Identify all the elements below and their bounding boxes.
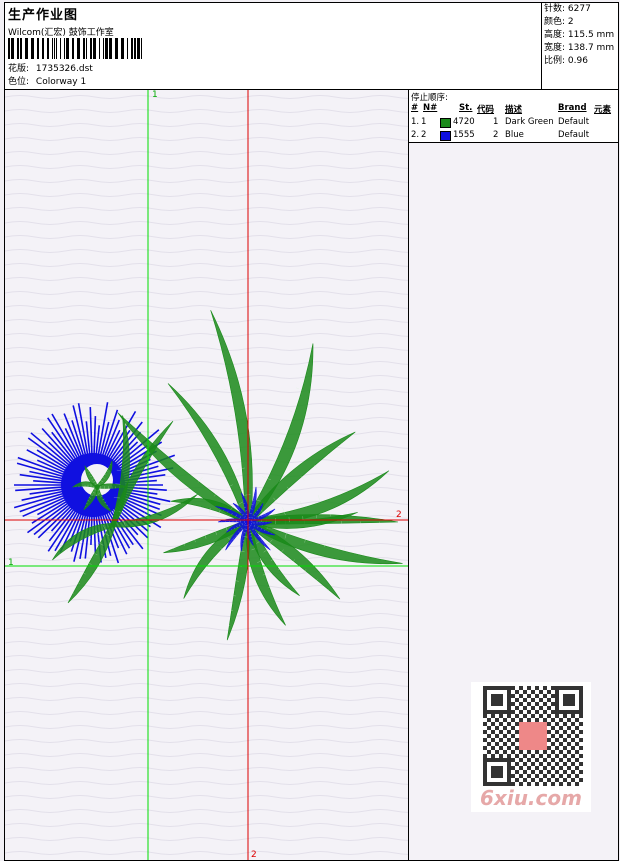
stat-scale: 比例: 0.96 [544,56,588,66]
stop-sequence-caption: 停止顺序: [411,93,448,103]
production-sheet: 生产作业图 Wilcom(汇宏) 鼓饰工作室 花版: 1735326.dst 色… [4,2,619,861]
company-name: Wilcom(汇宏) 鼓饰工作室 [8,28,114,38]
axis-2-right-label: 2 [396,510,402,520]
stop-sequence-panel: 停止顺序: # N# St. 代码 描述 Brand 元素 1. 1 4720 … [409,90,618,143]
design-file-label: 花版: [8,64,30,74]
axis-2-bottom-label: 2 [251,850,257,860]
barcode [8,38,145,59]
color-swatch [440,131,451,141]
sheet-header: 生产作业图 Wilcom(汇宏) 鼓饰工作室 花版: 1735326.dst 色… [5,3,618,90]
qr-code [483,686,583,786]
design-file-line: 花版: 1735326.dst [8,61,93,74]
colorway-value: Colorway 1 [35,77,87,87]
col-desc: 描述 [505,105,523,115]
table-row: 2. 2 1555 2 Blue Default [411,130,590,141]
watermark-text: 6xiu.com [480,786,582,810]
col-num: # [411,103,419,113]
col-element: 元素 [594,105,612,115]
col-stitches: St. [459,103,473,113]
colorway-line: 色位: Colorway 1 [8,74,86,87]
col-brand: Brand [558,103,587,113]
design-stats: 针数: 6277 颜色: 2 高度: 115.5 mm 宽度: 138.7 mm… [541,3,619,89]
embroidery-preview: 1 1 2 2 [5,90,409,860]
stat-stitches: 针数: 6277 [544,4,591,14]
col-code: 代码 [477,105,495,115]
stat-height: 高度: 115.5 mm [544,30,615,40]
axis-1-top-label: 1 [152,90,158,100]
stat-width: 宽度: 138.7 mm [544,43,615,53]
stat-colors: 颜色: 2 [544,17,574,27]
axis-1-left-label: 1 [8,558,14,568]
col-n: N# [423,103,438,113]
design-file-value: 1735326.dst [35,64,93,74]
table-row: 1. 1 4720 1 Dark Green Default [411,117,590,128]
design-canvas [5,90,408,860]
color-swatch [440,118,451,128]
page-title: 生产作业图 [8,8,79,23]
colorway-label: 色位: [8,77,30,87]
qr-watermark: 6xiu.com [471,682,591,812]
